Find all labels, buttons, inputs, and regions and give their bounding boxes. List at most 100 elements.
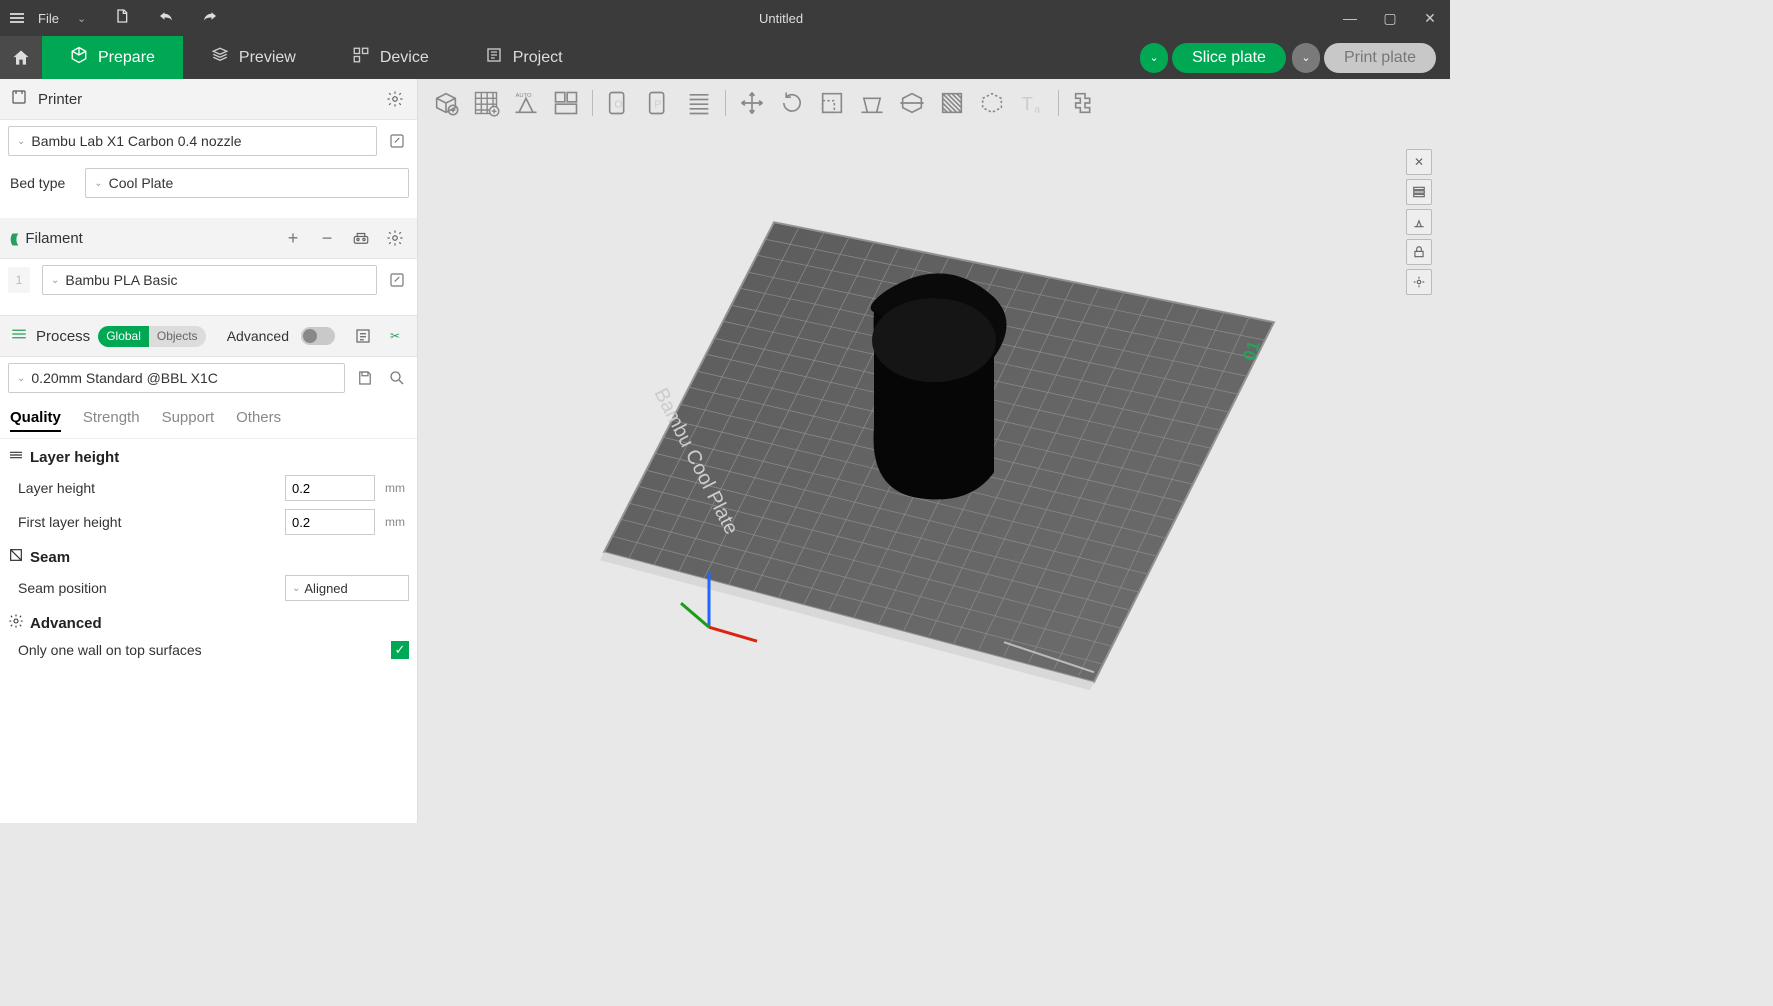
cube-icon xyxy=(70,46,88,69)
flatten-icon[interactable] xyxy=(854,85,890,121)
advanced-switch[interactable] xyxy=(301,327,335,345)
layers-icon xyxy=(211,46,229,69)
minimize-button[interactable]: — xyxy=(1330,0,1370,36)
tab-project[interactable]: Project xyxy=(457,36,591,79)
layers-small-icon xyxy=(8,447,24,467)
redo-icon[interactable] xyxy=(188,7,232,29)
file-menu-chevron[interactable]: ⌄ xyxy=(63,12,100,25)
new-doc-icon[interactable] xyxy=(100,8,144,28)
cut-icon[interactable] xyxy=(894,85,930,121)
tab-preview[interactable]: Preview xyxy=(183,36,324,79)
filament-slot-1[interactable]: 1 xyxy=(8,267,30,293)
bed-type-dropdown[interactable]: ⌄ Cool Plate xyxy=(85,168,409,198)
printer-preset-dropdown[interactable]: ⌄ Bambu Lab X1 Carbon 0.4 nozzle xyxy=(8,126,377,156)
svg-text:AUTO: AUTO xyxy=(516,93,533,99)
support-paint-icon[interactable] xyxy=(934,85,970,121)
lock-mini-icon[interactable] xyxy=(1406,239,1432,265)
printer-icon xyxy=(10,88,28,111)
first-layer-height-input[interactable] xyxy=(285,509,375,535)
close-button[interactable]: ✕ xyxy=(1410,0,1450,36)
group-advanced-label: Advanced xyxy=(30,615,102,632)
printer-settings-icon[interactable] xyxy=(383,87,407,111)
toggle-objects: Objects xyxy=(149,326,206,347)
print-dropdown[interactable]: ⌄ xyxy=(1292,43,1320,73)
build-plate: Bambu Cool Plate 01 xyxy=(574,182,1294,742)
filament-settings-icon[interactable] xyxy=(383,226,407,250)
process-subtabs: Quality Strength Support Others xyxy=(0,399,417,439)
rotate-icon[interactable] xyxy=(774,85,810,121)
viewport[interactable]: AUTO O P Ta ✕ xyxy=(418,79,1450,823)
menu-button[interactable] xyxy=(0,17,34,19)
toggle-global: Global xyxy=(98,326,149,347)
process-save-icon[interactable] xyxy=(353,366,377,390)
group-advanced: Advanced xyxy=(0,605,417,637)
assembly-icon[interactable] xyxy=(1067,85,1103,121)
home-button[interactable] xyxy=(0,36,42,79)
process-scope-toggle[interactable]: Global Objects xyxy=(98,326,205,347)
process-search-icon[interactable] xyxy=(385,366,409,390)
svg-text:O: O xyxy=(614,99,622,111)
layer-height-unit: mm xyxy=(375,481,409,495)
svg-text:P: P xyxy=(654,99,661,111)
document-title: Untitled xyxy=(232,11,1330,26)
tab-prepare[interactable]: Prepare xyxy=(42,36,183,79)
group-seam: Seam xyxy=(0,539,417,571)
layer-height-input[interactable] xyxy=(285,475,375,501)
close-mini-icon[interactable]: ✕ xyxy=(1406,149,1432,175)
arrange-icon[interactable] xyxy=(548,85,584,121)
group-layer-height-label: Layer height xyxy=(30,449,119,466)
device-icon xyxy=(352,46,370,69)
customize-mini-icon[interactable] xyxy=(1406,269,1432,295)
maximize-button[interactable]: ▢ xyxy=(1370,0,1410,36)
move-icon[interactable] xyxy=(734,85,770,121)
process-preset-dropdown[interactable]: ⌄ 0.20mm Standard @BBL X1C xyxy=(8,363,345,393)
auto-orient-icon[interactable]: AUTO xyxy=(508,85,544,121)
text-icon[interactable]: Ta xyxy=(1014,85,1050,121)
layer-height-label: Layer height xyxy=(18,480,285,496)
orient-mini-icon[interactable] xyxy=(1406,209,1432,235)
printer-edit-icon[interactable] xyxy=(385,129,409,153)
slice-dropdown[interactable]: ⌄ xyxy=(1140,43,1168,73)
tab-device[interactable]: Device xyxy=(324,36,457,79)
tabbar: Prepare Preview Device Project ⌄ Slice p… xyxy=(0,36,1450,79)
seam-position-dropdown[interactable]: ⌄ Aligned xyxy=(285,575,409,601)
one-wall-checkbox[interactable]: ✓ xyxy=(391,641,409,659)
process-section-header: Process Global Objects Advanced ✂ xyxy=(0,315,417,357)
add-filament-icon[interactable]: + xyxy=(281,226,305,250)
seam-position-label: Seam position xyxy=(18,580,285,596)
subtab-others[interactable]: Others xyxy=(236,409,281,432)
add-cube-icon[interactable] xyxy=(428,85,464,121)
seam-icon xyxy=(8,547,24,567)
filament-section-header: (((( Filament + − xyxy=(0,218,417,259)
process-list-icon[interactable] xyxy=(351,324,375,348)
split-object-icon[interactable]: O xyxy=(601,85,637,121)
plate-settings-icon[interactable] xyxy=(1406,179,1432,205)
slice-button[interactable]: Slice plate xyxy=(1172,43,1286,73)
print-button[interactable]: Print plate xyxy=(1324,43,1436,73)
chevron-down-icon: ⌄ xyxy=(51,275,59,286)
process-compare-icon[interactable]: ✂ xyxy=(383,324,407,348)
subtab-quality[interactable]: Quality xyxy=(10,409,61,432)
group-layer-height: Layer height xyxy=(0,439,417,471)
remove-filament-icon[interactable]: − xyxy=(315,226,339,250)
gear-icon xyxy=(8,613,24,633)
split-part-icon[interactable]: P xyxy=(641,85,677,121)
titlebar: File ⌄ Untitled — ▢ ✕ xyxy=(0,0,1450,36)
process-preset-value: 0.20mm Standard @BBL X1C xyxy=(31,370,217,386)
add-plate-icon[interactable] xyxy=(468,85,504,121)
undo-icon[interactable] xyxy=(144,7,188,29)
ams-icon[interactable] xyxy=(349,226,373,250)
seam-paint-icon[interactable] xyxy=(974,85,1010,121)
file-menu[interactable]: File xyxy=(34,11,63,26)
subtab-strength[interactable]: Strength xyxy=(83,409,140,432)
chevron-down-icon: ⌄ xyxy=(292,583,300,594)
subtab-support[interactable]: Support xyxy=(162,409,215,432)
filament-preset-dropdown[interactable]: ⌄ Bambu PLA Basic xyxy=(42,265,377,295)
filament-edit-icon[interactable] xyxy=(385,268,409,292)
bed-type-value: Cool Plate xyxy=(109,175,174,191)
filament-preset-value: Bambu PLA Basic xyxy=(65,272,177,288)
model-object[interactable] xyxy=(871,273,1007,499)
variable-height-icon[interactable] xyxy=(681,85,717,121)
svg-text:T: T xyxy=(1022,93,1033,114)
scale-icon[interactable] xyxy=(814,85,850,121)
